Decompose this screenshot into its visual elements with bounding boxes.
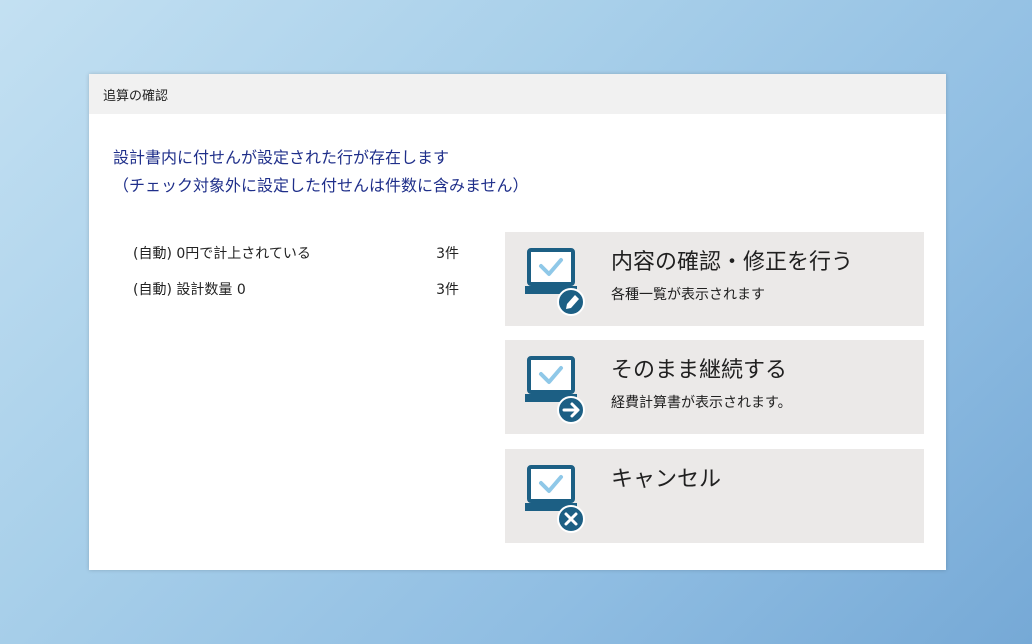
continue-button-title: そのまま継続する — [611, 358, 788, 383]
message-line-1: 設計書内に付せんが設定された行が存在します — [113, 148, 450, 167]
list-item: (自動) 0円で計上されている 3件 — [133, 244, 473, 280]
cancel-button-title: キャンセル — [611, 467, 722, 492]
laptop-pencil-icon — [525, 248, 585, 316]
item-label: (自動) 0円で計上されている — [133, 246, 311, 262]
list-item: (自動) 設計数量 0 3件 — [133, 280, 473, 316]
confirm-dialog: 追算の確認 設計書内に付せんが設定された行が存在します （チェック対象外に設定し… — [89, 74, 946, 570]
item-label: (自動) 設計数量 0 — [133, 282, 246, 298]
continue-button-subtitle: 経費計算書が表示されます。 — [611, 395, 792, 411]
dialog-titlebar[interactable]: 追算の確認 — [89, 74, 946, 114]
message-line-2: （チェック対象外に設定した付せんは件数に含みません） — [113, 176, 529, 195]
item-count: 3件 — [436, 282, 459, 298]
edit-button-title: 内容の確認・修正を行う — [611, 250, 854, 275]
laptop-close-icon — [525, 465, 585, 533]
item-count: 3件 — [436, 246, 459, 262]
dialog-title: 追算の確認 — [103, 88, 169, 104]
laptop-arrow-icon — [525, 356, 585, 424]
edit-content-button[interactable]: 内容の確認・修正を行う 各種一覧が表示されます — [505, 232, 924, 326]
dialog-message: 設計書内に付せんが設定された行が存在します （チェック対象外に設定した付せんは件… — [113, 144, 529, 200]
edit-button-subtitle: 各種一覧が表示されます — [611, 287, 765, 303]
sticky-note-list: (自動) 0円で計上されている 3件 (自動) 設計数量 0 3件 — [133, 244, 473, 316]
continue-button[interactable]: そのまま継続する 経費計算書が表示されます。 — [505, 340, 924, 434]
cancel-button[interactable]: キャンセル — [505, 449, 924, 543]
